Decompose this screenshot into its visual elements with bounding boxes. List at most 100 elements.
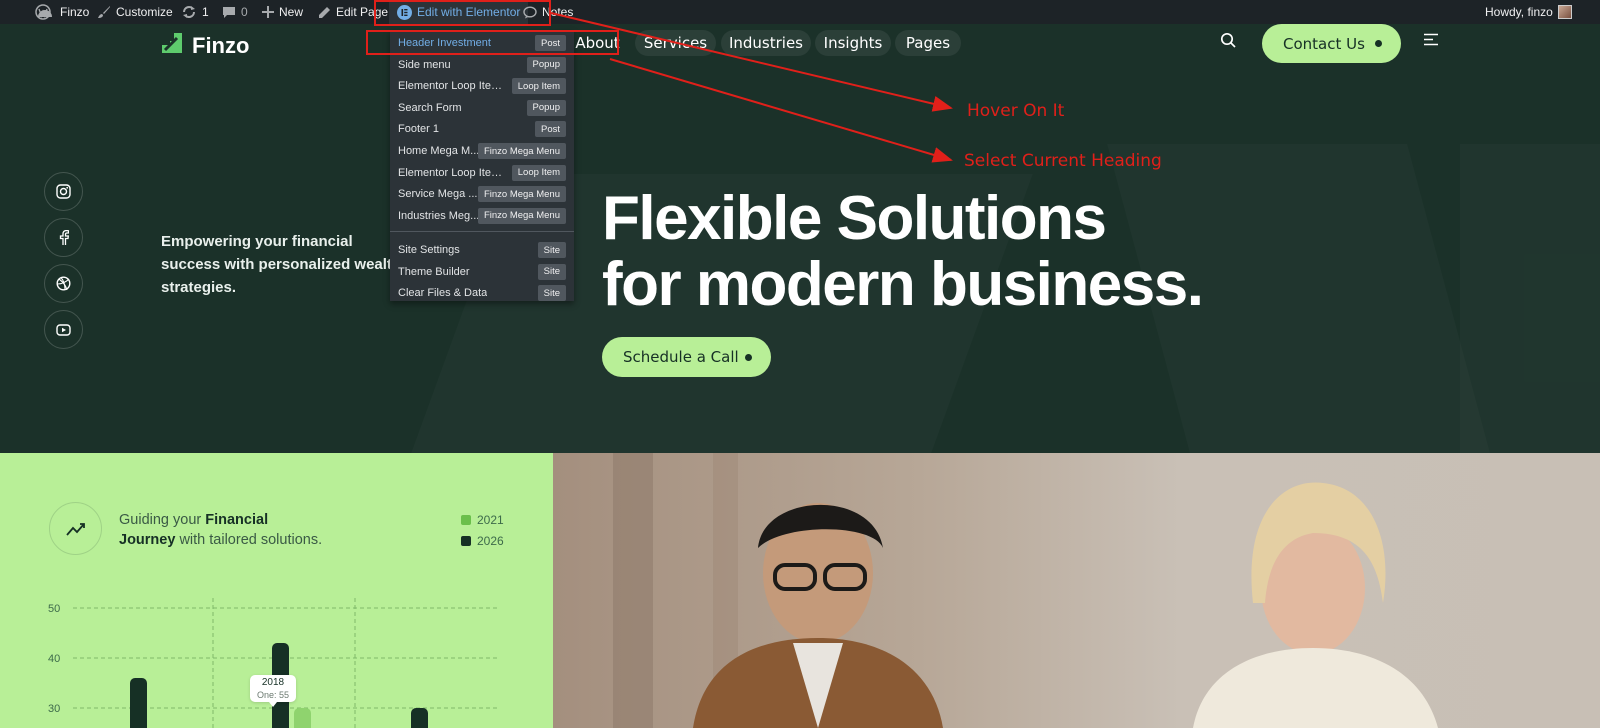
- menu-item-label: Site Settings: [398, 244, 460, 256]
- elementor-menu-item[interactable]: Side menu Popup: [390, 54, 574, 76]
- search-icon[interactable]: [1220, 32, 1236, 53]
- dashboard-icon: [37, 5, 55, 19]
- nav-label: Industries: [728, 34, 804, 52]
- financial-chart-card: Guiding your Financial Journey with tail…: [0, 453, 553, 728]
- nav-label: Pages: [905, 34, 951, 52]
- document-type-badge: Finzo Mega Menu: [477, 207, 566, 224]
- menu-item-label: Footer 1: [398, 123, 439, 136]
- annotation-highlight-box: [366, 30, 619, 55]
- logo-text: Finzo: [192, 33, 250, 58]
- menu-item-label: Service Mega ...: [398, 188, 478, 201]
- elementor-menu-item[interactable]: Industries Meg... Finzo Mega Menu: [390, 205, 574, 227]
- elementor-menu-item[interactable]: Elementor Loop Item ... Loop Item: [390, 75, 574, 97]
- updates-link[interactable]: 1: [181, 0, 209, 24]
- document-type-badge: Finzo Mega Menu: [477, 143, 566, 159]
- schedule-label: Schedule a Call: [623, 348, 739, 366]
- document-type-badge: Loop Item: [511, 78, 566, 95]
- brush-icon: [97, 5, 111, 19]
- nav-item-services[interactable]: Services: [635, 30, 716, 56]
- wp-admin-bar: Finzo Customize 1 0 New Edit Page Edit w…: [0, 0, 1600, 24]
- document-type-badge: Loop Item: [511, 164, 566, 181]
- document-type-badge: Popup: [526, 56, 566, 73]
- annotation-hover-text: Hover On It: [967, 101, 1065, 121]
- site-name-link[interactable]: Finzo: [37, 0, 89, 24]
- document-type-badge: Site: [537, 242, 566, 258]
- dot-icon: [1375, 40, 1382, 47]
- menu-item-label: Side menu: [398, 58, 451, 71]
- comments-link[interactable]: 0: [222, 0, 248, 24]
- background-shape: [1460, 144, 1600, 453]
- elementor-documents-menu: Header Investment Post Side menu Popup Eleme…: [390, 30, 574, 304]
- tooltip-title: 2018: [261, 677, 285, 688]
- bar-2026-0[interactable]: [130, 678, 147, 728]
- dribbble-icon[interactable]: [44, 264, 83, 303]
- contact-label: Contact Us: [1283, 34, 1365, 53]
- elementor-menu-item[interactable]: Theme Builder Site: [390, 261, 574, 283]
- nav-label: Services: [643, 34, 708, 52]
- hero-headline: Flexible Solutions for modern business.: [602, 184, 1204, 319]
- customize-link[interactable]: Customize: [97, 0, 173, 24]
- nav-item-pages[interactable]: Pages: [895, 30, 961, 56]
- hero-tagline: Empowering your financial success with p…: [161, 230, 401, 299]
- elementor-menu-item[interactable]: Site Settings Site: [390, 239, 574, 261]
- hamburger-menu-icon[interactable]: [1424, 33, 1440, 51]
- menu-item-label: Search Form: [398, 101, 462, 114]
- elementor-menu-item[interactable]: Elementor Loop Item ... Loop Item: [390, 162, 574, 184]
- menu-item-label: Elementor Loop Item ...: [398, 166, 508, 179]
- elementor-menu-item[interactable]: Footer 1 Post: [390, 118, 574, 140]
- howdy-label: Howdy, finzo: [1485, 5, 1553, 19]
- y-tick-label: 50: [48, 603, 60, 615]
- menu-item-label: Industries Meg...: [398, 209, 480, 222]
- headline-line: for modern business.: [602, 250, 1204, 319]
- updates-count: 1: [202, 5, 209, 19]
- document-type-badge: Popup: [526, 99, 566, 116]
- menu-item-label: Theme Builder: [398, 265, 470, 278]
- new-content-link[interactable]: New: [262, 0, 303, 24]
- elementor-menu-item[interactable]: Search Form Popup: [390, 97, 574, 119]
- tagline-line: Empowering your financial: [161, 233, 353, 250]
- tooltip-value: One: 55: [256, 690, 290, 700]
- nav-item-insights[interactable]: Insights: [815, 30, 891, 56]
- tagline-line: success with personalized wealth: [161, 256, 402, 273]
- y-tick-label: 30: [48, 703, 60, 715]
- menu-item-label: Clear Files & Data: [398, 287, 488, 300]
- meeting-illustration: [613, 453, 1438, 728]
- site-logo[interactable]: Finzo: [160, 31, 249, 61]
- avatar: [1557, 5, 1572, 19]
- menu-item-label: Home Mega M...: [398, 145, 480, 157]
- nav-item-industries[interactable]: Industries: [721, 30, 811, 56]
- y-tick-label: 40: [48, 653, 60, 665]
- hero-section: Finzo About Services Industries Insights…: [0, 24, 1600, 453]
- elementor-menu-item[interactable]: Clear Files & Data Site: [390, 282, 574, 304]
- document-type-badge: Site: [537, 263, 566, 280]
- nav-label: Insights: [823, 34, 883, 52]
- document-type-badge: Site: [537, 285, 566, 302]
- annotation-select-text: Select Current Heading: [964, 151, 1162, 171]
- plus-icon: [262, 6, 274, 18]
- updates-icon: [181, 5, 197, 19]
- dot-icon: [745, 354, 752, 361]
- contact-us-button[interactable]: Contact Us: [1262, 24, 1401, 63]
- my-account-link[interactable]: Howdy, finzo: [1485, 0, 1572, 24]
- facebook-icon[interactable]: [44, 218, 83, 257]
- logo-arrow-icon: [160, 31, 184, 61]
- youtube-icon[interactable]: [44, 310, 83, 349]
- headline-line: Flexible Solutions: [602, 184, 1107, 253]
- elementor-menu-item[interactable]: Service Mega ... Finzo Mega Menu: [390, 183, 574, 205]
- site-name-label: Finzo: [60, 5, 90, 19]
- menu-separator: [390, 231, 574, 232]
- document-type-badge: Finzo Mega Menu: [477, 186, 566, 203]
- pencil-icon: [318, 6, 331, 19]
- bar-2026-2[interactable]: [411, 708, 428, 728]
- elementor-menu-item[interactable]: Home Mega M... Finzo Mega Menu: [390, 140, 574, 162]
- annotation-highlight-box: [374, 0, 551, 26]
- bar-2021-1[interactable]: [294, 708, 311, 728]
- customize-label: Customize: [116, 5, 173, 19]
- comment-icon: [222, 6, 236, 19]
- new-label: New: [279, 5, 304, 19]
- instagram-icon[interactable]: [44, 172, 83, 211]
- comments-count: 0: [241, 5, 248, 19]
- tagline-line: strategies.: [161, 279, 237, 296]
- menu-item-label: Elementor Loop Item ...: [398, 80, 508, 93]
- schedule-call-button[interactable]: Schedule a Call: [602, 337, 771, 377]
